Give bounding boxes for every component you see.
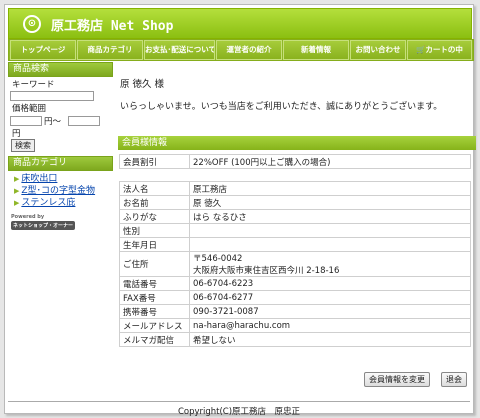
nav-contact[interactable]: お問い合わせ xyxy=(350,40,406,60)
field-value: 06-6704-6277 xyxy=(189,290,471,305)
footer-copyright: Copyright(C)原工務店 原忠正 xyxy=(177,407,301,417)
field-value: 〒546-0042 大阪府大阪市東住吉区西今川 2-18-16 xyxy=(189,251,471,277)
field-label: ふりがな xyxy=(119,209,190,224)
nav-category[interactable]: 商品カテゴリ xyxy=(77,40,143,60)
postal-code: 〒546-0042 xyxy=(193,254,243,264)
member-info-row: メルマガ配信 希望しない xyxy=(119,332,471,347)
member-info-row: 携帯番号 090-3721-0087 xyxy=(119,304,471,319)
category-item[interactable]: ▶ Z型･コの字型金物 xyxy=(8,185,113,197)
change-member-info-button[interactable]: 会員情報を変更 xyxy=(364,372,430,387)
field-value xyxy=(189,237,471,252)
price-min-input[interactable] xyxy=(10,116,42,126)
price-max-input[interactable] xyxy=(68,116,100,126)
field-label: メールアドレス xyxy=(119,318,190,333)
page-frame: ⊙ 原工務店 Net Shop トップページ 商品カテゴリ お支払･配送について… xyxy=(4,4,476,417)
nav-about[interactable]: 運営者の紹介 xyxy=(216,40,282,60)
keyword-label: キーワード xyxy=(12,80,55,90)
field-value: 希望しない xyxy=(189,332,471,347)
member-info-row: 電話番号 06-6704-6223 xyxy=(119,276,471,291)
field-value: 原 徳久 xyxy=(189,195,471,210)
field-value: na-hara@harachu.com xyxy=(189,318,471,333)
field-value xyxy=(189,223,471,238)
address-line: 大阪府大阪市東住吉区西今川 2-18-16 xyxy=(193,266,340,276)
arrow-icon: ▶ xyxy=(14,175,20,183)
nav-cart[interactable]: 🛒カートの中 xyxy=(407,40,472,60)
price-label: 価格範囲 xyxy=(12,104,47,114)
field-value: 原工務店 xyxy=(189,181,471,196)
category-heading: 商品カテゴリ xyxy=(8,156,113,171)
arrow-icon: ▶ xyxy=(14,187,20,195)
arrow-icon: ▶ xyxy=(14,199,20,207)
field-value: 090-3721-0087 xyxy=(189,304,471,319)
discount-label: 会員割引 xyxy=(119,154,190,169)
customer-name: 原 徳久 様 xyxy=(120,79,165,90)
member-info-heading: 会員様情報 xyxy=(118,136,476,150)
field-label: 電話番号 xyxy=(119,276,190,291)
yen-label: 円 xyxy=(12,129,21,139)
site-header: ⊙ 原工務店 Net Shop xyxy=(8,8,472,39)
yen-to-label: 円〜 xyxy=(44,117,62,127)
sidebar: 商品検索 キーワード 価格範囲 円〜 円 検索 商品カテゴリ ▶ 床吹出口 ▶ Z型… xyxy=(8,62,113,230)
category-item[interactable]: ▶ ステンレス庇 xyxy=(8,197,113,209)
logo-icon: ⊙ xyxy=(23,15,41,33)
field-label: メルマガ配信 xyxy=(119,332,190,347)
withdraw-button[interactable]: 退会 xyxy=(441,372,467,387)
search-button[interactable]: 検索 xyxy=(11,139,35,152)
nav-top[interactable]: トップページ xyxy=(10,40,76,60)
field-label: FAX番号 xyxy=(119,290,190,305)
footer-divider xyxy=(8,401,470,402)
field-label: 携帯番号 xyxy=(119,304,190,319)
field-label: お名前 xyxy=(119,195,190,210)
member-info-row: ふりがな はら なるひさ xyxy=(119,209,471,224)
field-label: 性別 xyxy=(119,223,190,238)
powered-by-badge[interactable]: Powered by ネットショップ・オーナー xyxy=(8,214,113,230)
keyword-input[interactable] xyxy=(10,91,94,101)
field-value: 06-6704-6223 xyxy=(189,276,471,291)
member-info-row: 生年月日 xyxy=(119,237,471,252)
main-nav: トップページ 商品カテゴリ お支払･配送について 運営者の紹介 新着情報 お問い… xyxy=(8,39,474,61)
category-item[interactable]: ▶ 床吹出口 xyxy=(8,173,113,185)
field-label: ご住所 xyxy=(119,251,190,277)
welcome-message: いらっしゃいませ。いつも当店をご利用いただき、誠にありがとうございます。 xyxy=(120,102,443,112)
field-label: 法人名 xyxy=(119,181,190,196)
discount-value: 22%OFF (100円以上ご購入の場合) xyxy=(189,154,471,169)
discount-table: 会員割引 22%OFF (100円以上ご購入の場合) xyxy=(119,154,471,169)
member-info-row: お名前原 徳久 xyxy=(119,195,471,210)
member-info-table: 法人名 原工務店 お名前原 徳久 ふりがな はら なるひさ 性別 生年月日 ご住所 〒546-0… xyxy=(119,181,471,347)
member-info-row: FAX番号 06-6704-6277 xyxy=(119,290,471,305)
field-value: はら なるひさ xyxy=(189,209,471,224)
member-info-row: 法人名 原工務店 xyxy=(119,181,471,196)
shop-name[interactable]: 原工務店 Net Shop xyxy=(51,15,173,34)
nav-payment-shipping[interactable]: お支払･配送について xyxy=(144,40,215,60)
member-info-row: メールアドレス na-hara@harachu.com xyxy=(119,318,471,333)
member-info-row: 性別 xyxy=(119,223,471,238)
search-heading: 商品検索 xyxy=(8,62,113,77)
field-label: 生年月日 xyxy=(119,237,190,252)
member-info-row: ご住所 〒546-0042 大阪府大阪市東住吉区西今川 2-18-16 xyxy=(119,251,471,277)
nav-news[interactable]: 新着情報 xyxy=(283,40,349,60)
